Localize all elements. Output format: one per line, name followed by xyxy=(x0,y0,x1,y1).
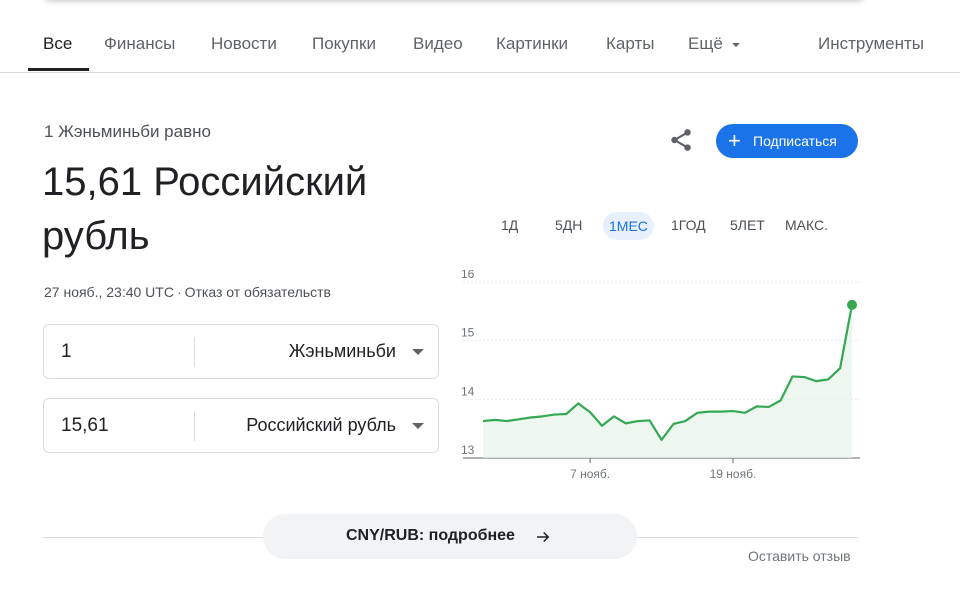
range-1y[interactable]: 1ГОД xyxy=(671,217,706,233)
timestamp: 27 нояб., 23:40 UTC xyxy=(44,284,174,300)
chevron-down-icon xyxy=(731,42,740,47)
subscribe-button[interactable]: + Подписаться xyxy=(716,124,858,158)
amount-input-to[interactable]: 15,61 xyxy=(61,415,109,437)
details-label: CNY/RUB: подробнее xyxy=(346,527,515,544)
x-tick-label: 19 нояб. xyxy=(710,467,757,481)
footer-divider-left xyxy=(43,537,263,538)
separator: · xyxy=(176,284,182,300)
share-icon[interactable] xyxy=(668,127,694,153)
tab-maps[interactable]: Карты xyxy=(606,34,654,54)
converter-to: 15,61 Российский рубль xyxy=(43,398,439,453)
active-tab-indicator xyxy=(28,68,89,71)
dropdown-caret-icon[interactable] xyxy=(412,423,424,429)
range-5y[interactable]: 5ЛЕТ xyxy=(730,217,765,233)
disclaimer-link[interactable]: Отказ от обязательств xyxy=(185,284,331,300)
feedback-link[interactable]: Оставить отзыв xyxy=(748,548,851,564)
tab-more-label: Ещё xyxy=(688,34,723,53)
field-divider xyxy=(194,411,195,441)
x-tick-label: 7 нояб. xyxy=(570,467,610,481)
timestamp-line: 27 нояб., 23:40 UTC · Отказ от обязательст… xyxy=(44,284,331,300)
currency-select-to[interactable]: Российский рубль xyxy=(246,415,396,436)
y-tick-label: 15 xyxy=(461,326,475,340)
details-button[interactable]: CNY/RUB: подробнее xyxy=(263,514,637,559)
exchange-rate-chart: 16 15 14 13 7 нояб. 19 нояб. xyxy=(461,270,860,481)
range-1d[interactable]: 1Д xyxy=(501,217,518,233)
tab-more[interactable]: Ещё xyxy=(688,34,740,54)
dropdown-caret-icon[interactable] xyxy=(412,349,424,355)
y-tick-label: 14 xyxy=(461,384,475,398)
range-5d[interactable]: 5ДН xyxy=(555,217,582,233)
tab-shopping[interactable]: Покупки xyxy=(312,34,376,54)
tab-news[interactable]: Новости xyxy=(211,34,277,54)
plus-icon: + xyxy=(728,128,741,153)
arrow-right-icon xyxy=(537,531,550,543)
range-1m[interactable]: 1МЕС xyxy=(603,212,654,240)
amount-input-from[interactable]: 1 xyxy=(61,341,72,363)
tab-all[interactable]: Все xyxy=(43,34,72,54)
chart-area-fill xyxy=(483,304,852,458)
field-divider xyxy=(194,337,195,367)
chart-last-point xyxy=(847,299,857,310)
subscribe-label: Подписаться xyxy=(753,133,837,149)
search-tabs: Все Финансы Новости Покупки Видео Картин… xyxy=(0,0,960,73)
conversion-result: 15,61 Российский рубль xyxy=(42,160,368,258)
conversion-subtitle: 1 Жэньминьби равно xyxy=(44,122,211,141)
tab-video[interactable]: Видео xyxy=(413,34,463,54)
tab-images[interactable]: Картинки xyxy=(496,34,568,54)
range-max[interactable]: МАКС. xyxy=(785,217,828,233)
currency-select-from[interactable]: Жэньминьби xyxy=(289,341,396,362)
y-tick-label: 13 xyxy=(461,443,475,457)
y-tick-label: 16 xyxy=(461,270,475,281)
converter-from: 1 Жэньминьби xyxy=(43,324,439,379)
tools-button[interactable]: Инструменты xyxy=(818,34,924,54)
footer-divider-right xyxy=(637,537,858,538)
tab-finance[interactable]: Финансы xyxy=(104,34,175,54)
